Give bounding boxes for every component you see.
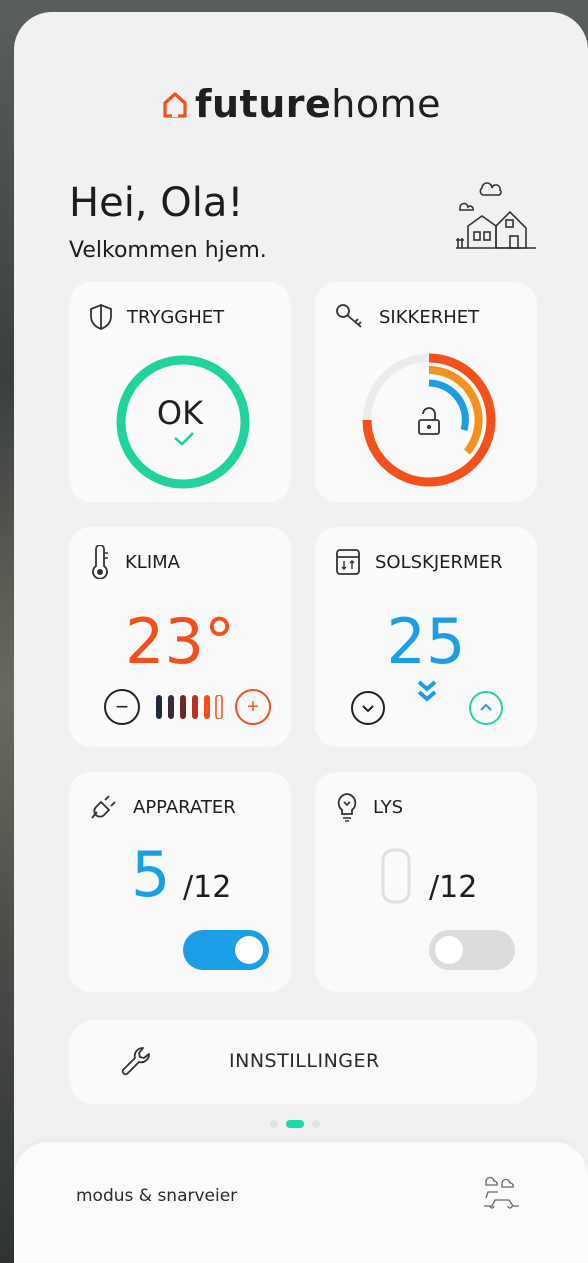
klima-card[interactable]: KLIMA 23° − +: [69, 527, 291, 747]
plug-icon: [91, 795, 116, 819]
page-dot-active[interactable]: [286, 1120, 304, 1128]
apparater-toggle[interactable]: [183, 930, 269, 970]
wrench-icon: [121, 1047, 150, 1076]
lys-total: /12: [429, 870, 478, 905]
sikkerhet-rings: [362, 353, 496, 487]
logo-suffix: home: [331, 82, 442, 126]
lys-card[interactable]: LYS /12: [315, 772, 537, 992]
unlocked-padlock-icon: [418, 407, 440, 435]
trygghet-status: OK: [156, 394, 204, 432]
temperature-level-bars: [156, 695, 223, 719]
apparater-total: /12: [183, 870, 232, 905]
double-chevron-down-icon: [417, 680, 437, 702]
solskjermer-title: SOLSKJERMER: [375, 551, 503, 573]
logo-prefix: future: [194, 82, 332, 126]
shield-icon: [90, 304, 112, 330]
page-dot[interactable]: [270, 1120, 278, 1128]
welcome-text: Velkommen hjem.: [69, 238, 267, 263]
lys-title: LYS: [373, 796, 404, 818]
sikkerhet-card[interactable]: SIKKERHET: [315, 282, 537, 502]
trygghet-card[interactable]: TRYGGHET OK: [69, 282, 291, 502]
chevron-up-icon: [480, 703, 492, 711]
solskjermer-card[interactable]: SOLSKJERMER 25: [315, 527, 537, 747]
blinds-icon: [336, 549, 360, 575]
trygghet-title: TRYGGHET: [127, 306, 225, 328]
modus-label: modus & snarveier: [76, 1186, 238, 1206]
settings-button[interactable]: INNSTILLINGER: [69, 1020, 537, 1104]
light-placeholder-icon: [381, 848, 411, 904]
page-indicator: [270, 1120, 320, 1128]
futurehome-logo: futurehome: [14, 82, 588, 126]
apparater-count: 5: [131, 838, 171, 911]
klima-title: KLIMA: [125, 551, 180, 573]
blinds-up-button[interactable]: [469, 691, 503, 725]
greeting-heading: Hei, Ola!: [69, 180, 244, 226]
house-cloud-icon[interactable]: [454, 180, 538, 256]
blinds-down-button[interactable]: [351, 691, 385, 725]
lys-toggle[interactable]: [429, 930, 515, 970]
thermometer-icon: [92, 545, 108, 579]
chevron-down-icon: [362, 705, 374, 713]
apparater-card[interactable]: APPARATER 5 /12: [69, 772, 291, 992]
klima-temperature: 23°: [125, 605, 235, 678]
temperature-increase-button[interactable]: +: [235, 689, 271, 725]
check-icon: [174, 432, 194, 446]
apparater-title: APPARATER: [133, 796, 236, 818]
sikkerhet-title: SIKKERHET: [379, 306, 480, 328]
weather-car-icon: [484, 1176, 519, 1209]
house-logo-icon: [163, 92, 187, 118]
lightbulb-icon: [337, 793, 357, 822]
app-screen: futurehome Hei, Ola! Velkommen hjem. TRY…: [14, 12, 588, 1263]
modus-shortcuts-panel[interactable]: modus & snarveier: [14, 1142, 588, 1263]
key-icon: [336, 304, 362, 328]
solskjermer-value: 25: [386, 605, 466, 678]
temperature-decrease-button[interactable]: −: [104, 689, 140, 725]
page-dot[interactable]: [312, 1120, 320, 1128]
settings-label: INNSTILLINGER: [229, 1050, 380, 1072]
